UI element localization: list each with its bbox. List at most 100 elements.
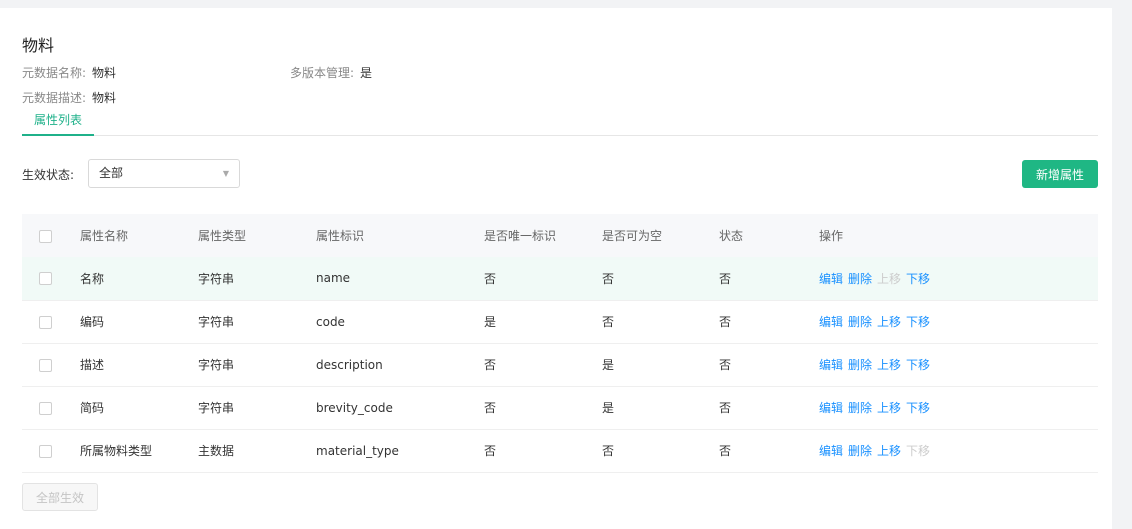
cell-nullable: 是: [602, 358, 615, 372]
cell-type: 字符串: [198, 271, 235, 286]
cell-nullable: 否: [602, 271, 615, 286]
cell-actions: 编辑 删除 上移 下移: [819, 257, 1098, 300]
table-row: 简码 字符串 brevity_code 否 是 否 编辑 删除 上移 下移: [22, 386, 1098, 429]
move-up-link: 上移: [877, 271, 902, 286]
page-container: 物料 元数据名称: 物料 多版本管理: 是 元数据描述: 物料 属性列表 生效状态: …: [0, 8, 1112, 529]
move-up-link[interactable]: 上移: [877, 358, 901, 372]
cell-actions: 编辑 删除 上移 下移: [819, 300, 1098, 343]
row-checkbox[interactable]: [39, 358, 52, 372]
cell-unique: 是: [484, 315, 497, 329]
cell-key: code: [316, 314, 345, 329]
cell-unique: 否: [484, 271, 497, 286]
delete-link[interactable]: 删除: [848, 358, 872, 372]
move-down-link[interactable]: 下移: [906, 315, 930, 329]
move-up-link[interactable]: 上移: [877, 315, 901, 329]
col-header-nullable: 是否可为空: [602, 229, 663, 243]
col-header-key: 属性标识: [316, 229, 365, 243]
delete-link[interactable]: 删除: [848, 315, 872, 329]
cell-status: 否: [719, 444, 732, 458]
cell-name: 所属物料类型: [80, 444, 153, 458]
cell-name: 编码: [80, 315, 105, 329]
col-header-actions: 操作: [819, 229, 844, 243]
row-select-cell: [22, 386, 80, 429]
cell-nullable: 否: [602, 315, 615, 329]
cell-type: 字符串: [198, 401, 235, 415]
col-header-status: 状态: [719, 229, 744, 243]
move-down-link[interactable]: 下移: [906, 401, 930, 415]
multi-version-label: 多版本管理:: [290, 66, 355, 80]
status-filter-select[interactable]: 全部 ▼: [88, 159, 240, 188]
col-header-name: 属性名称: [80, 229, 129, 243]
row-checkbox[interactable]: [39, 401, 52, 415]
cell-key: name: [316, 271, 351, 286]
chevron-down-icon: ▼: [222, 169, 229, 178]
delete-link[interactable]: 删除: [848, 401, 872, 415]
row-select-cell: [22, 343, 80, 386]
table-row: 描述 字符串 description 否 是 否 编辑 删除 上移 下移: [22, 343, 1098, 386]
meta-desc-value: 物料: [92, 91, 117, 105]
cell-key: brevity_code: [316, 400, 393, 415]
status-filter-label: 生效状态:: [22, 168, 75, 182]
table-row: 所属物料类型 主数据 material_type 否 否 否 编辑 删除 上移 下移: [22, 429, 1098, 472]
meta-desc-label: 元数据描述:: [22, 91, 87, 105]
cell-key: material_type: [316, 443, 399, 458]
cell-actions: 编辑 删除 上移 下移: [819, 343, 1098, 386]
row-select-cell: [22, 257, 80, 300]
cell-type: 字符串: [198, 315, 235, 329]
select-all-cell: [22, 214, 80, 257]
add-attribute-button[interactable]: 新增属性: [1022, 160, 1098, 188]
edit-link[interactable]: 编辑: [819, 272, 843, 286]
attribute-table: 属性名称 属性类型 属性标识 是否唯一标识 是否可为空 状态 操作 名称 字符串 n…: [22, 214, 1098, 473]
move-up-link[interactable]: 上移: [877, 444, 901, 458]
delete-link[interactable]: 删除: [848, 272, 872, 286]
edit-link[interactable]: 编辑: [819, 315, 843, 329]
apply-all-button: 全部生效: [22, 483, 98, 511]
table-row: 名称 字符串 name 否 否 否 编辑 删除 上移 下移: [22, 257, 1098, 300]
cell-status: 否: [719, 358, 732, 372]
status-filter-value: 全部: [99, 166, 124, 180]
cell-name: 描述: [80, 358, 105, 372]
cell-unique: 否: [484, 401, 497, 415]
tab-attribute-list[interactable]: 属性列表: [22, 112, 94, 136]
col-header-type: 属性类型: [198, 229, 247, 243]
meta-name: 元数据名称: 物料: [22, 64, 116, 81]
multi-version-value: 是: [360, 66, 373, 80]
edit-link[interactable]: 编辑: [819, 358, 843, 372]
meta-multi-version: 多版本管理: 是: [290, 64, 372, 81]
row-select-cell: [22, 300, 80, 343]
cell-status: 否: [719, 401, 732, 415]
cell-type: 主数据: [198, 444, 235, 458]
row-checkbox[interactable]: [39, 444, 52, 458]
table-header-row: 属性名称 属性类型 属性标识 是否唯一标识 是否可为空 状态 操作: [22, 214, 1098, 257]
table-row: 编码 字符串 code 是 否 否 编辑 删除 上移 下移: [22, 300, 1098, 343]
tab-bar: 属性列表: [22, 112, 1098, 136]
cell-unique: 否: [484, 444, 497, 458]
edit-link[interactable]: 编辑: [819, 401, 843, 415]
col-header-unique: 是否唯一标识: [484, 229, 557, 243]
row-checkbox[interactable]: [39, 315, 52, 329]
move-down-link[interactable]: 下移: [906, 358, 930, 372]
move-up-link[interactable]: 上移: [877, 401, 901, 415]
cell-unique: 否: [484, 358, 497, 372]
cell-actions: 编辑 删除 上移 下移: [819, 429, 1098, 472]
cell-type: 字符串: [198, 358, 235, 372]
cell-nullable: 是: [602, 401, 615, 415]
cell-name: 名称: [80, 271, 105, 286]
cell-status: 否: [719, 315, 732, 329]
cell-status: 否: [719, 271, 732, 286]
meta-name-value: 物料: [92, 66, 117, 80]
row-checkbox[interactable]: [39, 272, 52, 286]
cell-key: description: [316, 357, 383, 372]
move-down-link[interactable]: 下移: [906, 272, 930, 286]
cell-nullable: 否: [602, 444, 615, 458]
move-down-link: 下移: [906, 444, 931, 458]
row-select-cell: [22, 429, 80, 472]
cell-actions: 编辑 删除 上移 下移: [819, 386, 1098, 429]
table-body: 名称 字符串 name 否否否编辑 删除 上移 下移 编码 字符串 code 是否否编辑 删除 上移 下移…: [22, 257, 1098, 472]
edit-link[interactable]: 编辑: [819, 444, 843, 458]
delete-link[interactable]: 删除: [848, 444, 872, 458]
cell-name: 简码: [80, 401, 105, 415]
select-all-checkbox[interactable]: [39, 229, 52, 243]
meta-desc: 元数据描述: 物料: [22, 89, 116, 106]
meta-name-label: 元数据名称:: [22, 66, 87, 80]
